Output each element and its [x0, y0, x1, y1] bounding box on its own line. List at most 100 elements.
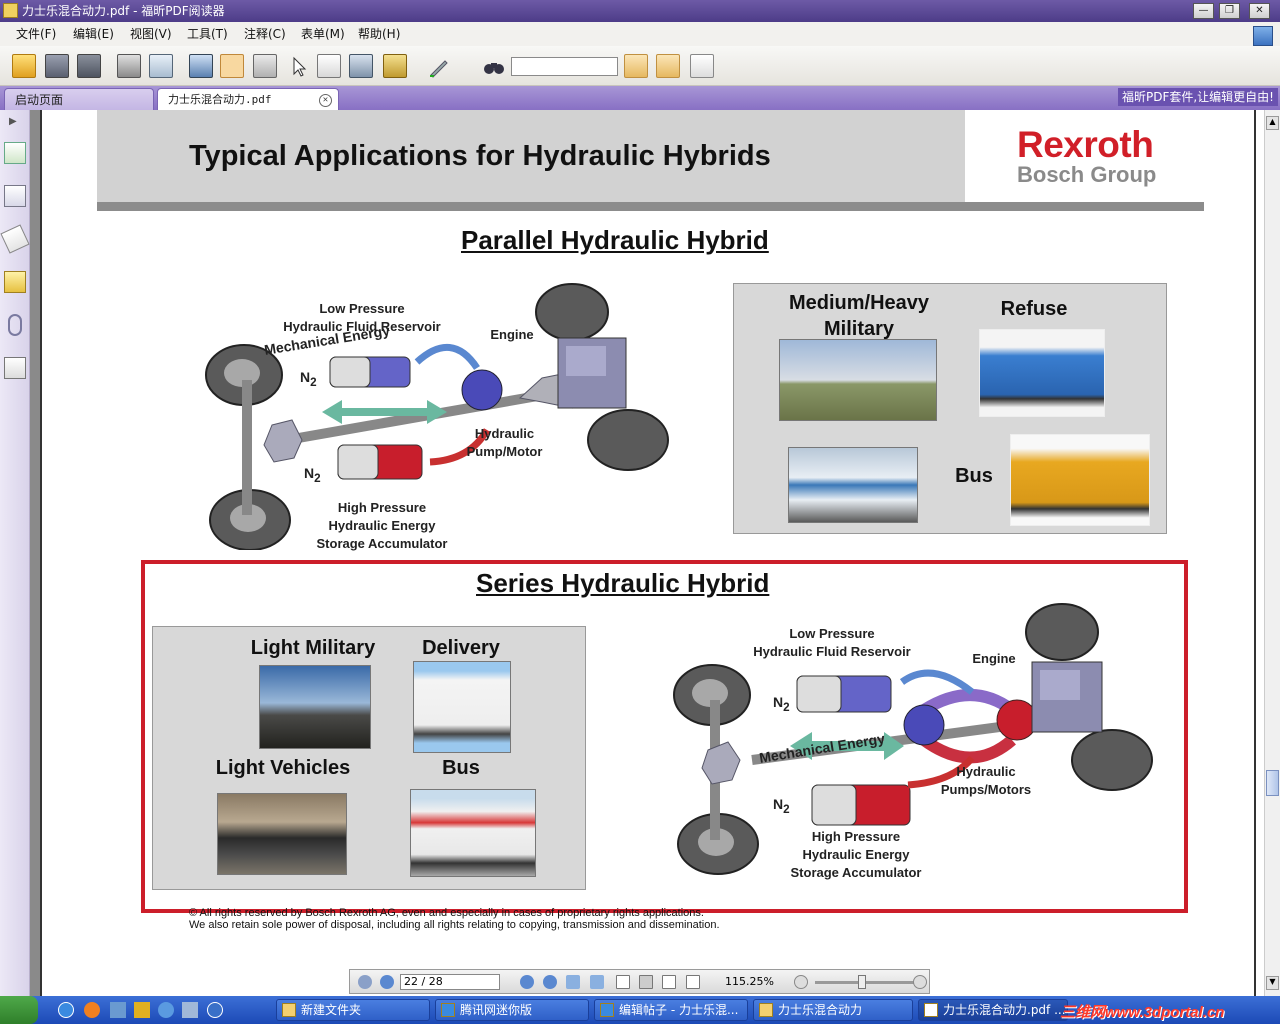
taskbar-tencent-mini[interactable]: 腾讯网迷你版: [435, 999, 589, 1021]
save-icon[interactable]: [45, 54, 69, 78]
vertical-scrollbar[interactable]: ▲ ▼: [1264, 110, 1280, 996]
firefox-quicklaunch-icon[interactable]: [84, 1002, 100, 1018]
scroll-up-icon[interactable]: ▲: [1266, 116, 1279, 130]
open-folder-icon[interactable]: [12, 54, 36, 78]
panel-expand-icon[interactable]: ▶: [9, 116, 21, 128]
menu-form[interactable]: 表单(M): [301, 22, 345, 46]
rexroth-logo: Rexroth: [1017, 124, 1154, 165]
find-input[interactable]: [511, 57, 618, 76]
layers-icon[interactable]: [0, 224, 30, 254]
zoom-tool-icon[interactable]: [253, 54, 277, 78]
app-icon: [3, 3, 18, 18]
find-next-icon[interactable]: [656, 54, 680, 78]
promo-banner[interactable]: 福昕PDF套件,让编辑更自由!: [1117, 88, 1278, 106]
find-previous-icon[interactable]: [624, 54, 648, 78]
delivery-caption: Delivery: [422, 637, 500, 659]
find-binoculars-icon[interactable]: [481, 54, 505, 78]
light-military-image: [259, 665, 371, 749]
zoom-in-icon[interactable]: [913, 975, 927, 989]
quicklaunch-icon-7[interactable]: [207, 1002, 223, 1018]
taskbar-rexroth-folder[interactable]: 力士乐混合动力: [753, 999, 913, 1021]
taskbar-pdf-reader[interactable]: 力士乐混合动力.pdf ...: [918, 999, 1068, 1021]
quicklaunch-icon-6[interactable]: [182, 1002, 198, 1018]
next-page-icon[interactable]: [520, 975, 534, 989]
page-navigation-bar: 22 / 28 115.25%: [349, 969, 930, 994]
menu-view[interactable]: 视图(V): [130, 22, 172, 46]
copyright-line-2: We also retain sole power of disposal, i…: [189, 919, 720, 931]
taskbar-edit-post[interactable]: 编辑帖子 - 力士乐混...: [594, 999, 748, 1021]
page-gutter: [30, 110, 40, 996]
facing-page-icon[interactable]: [662, 975, 676, 989]
start-button[interactable]: [0, 996, 38, 1024]
zoom-out-small-icon[interactable]: [358, 975, 372, 989]
bookmarks-icon[interactable]: [4, 142, 26, 164]
zoom-slider-thumb[interactable]: [858, 975, 866, 989]
tab-close-icon[interactable]: ✕: [319, 94, 332, 107]
save-as-icon[interactable]: [77, 54, 101, 78]
email-icon[interactable]: [149, 54, 173, 78]
single-page-icon[interactable]: [616, 975, 630, 989]
series-pumps-label: Hydraulic Pumps/Motors: [940, 764, 1032, 797]
search-document-icon[interactable]: [690, 54, 714, 78]
close-button[interactable]: ✕: [1249, 3, 1270, 19]
city-bus-image: [788, 447, 918, 523]
menu-help[interactable]: 帮助(H): [358, 22, 400, 46]
sign-pen-icon[interactable]: [426, 54, 450, 78]
go-back-icon[interactable]: [566, 975, 580, 989]
last-page-icon[interactable]: [543, 975, 557, 989]
continuous-facing-icon[interactable]: [686, 975, 700, 989]
menu-edit[interactable]: 编辑(E): [73, 22, 114, 46]
fullscreen-view-icon[interactable]: [189, 54, 213, 78]
quicklaunch-icon-4[interactable]: [134, 1002, 150, 1018]
parallel-applications-box: Medium/Heavy Military Refuse Bus: [733, 283, 1167, 534]
page-number-input[interactable]: 22 / 28: [400, 974, 500, 990]
minimize-button[interactable]: —: [1193, 3, 1214, 19]
zoom-out-icon[interactable]: [794, 975, 808, 989]
menu-comment[interactable]: 注释(C): [244, 22, 286, 46]
delivery-van-image: [413, 661, 511, 753]
series-high-pressure-label: High Pressure Hydraulic Energy Storage Acc…: [790, 829, 922, 880]
bus-caption-series: Bus: [442, 757, 480, 779]
pages-icon[interactable]: [4, 185, 26, 207]
light-vehicles-caption: Light Vehicles: [215, 757, 351, 779]
medium-heavy-military-caption: Medium/Heavy Military: [788, 292, 930, 340]
sedan-car-image: [217, 793, 347, 875]
series-n2-low: N2: [773, 694, 790, 714]
restore-button[interactable]: ❐: [1219, 3, 1240, 19]
previous-page-icon[interactable]: [380, 975, 394, 989]
school-bus-image: [1010, 434, 1150, 526]
series-applications-box: Light Military Delivery Light Vehicles B…: [152, 626, 586, 890]
signatures-icon[interactable]: [4, 357, 26, 379]
series-low-pressure-label: Low Pressure Hydraulic Fluid Reservoir: [753, 626, 911, 659]
parallel-n2-low: N2: [300, 369, 317, 389]
bus-caption-parallel: Bus: [955, 465, 993, 487]
refuse-truck-image: [979, 329, 1105, 417]
taskbar-new-folder[interactable]: 新建文件夹: [276, 999, 430, 1021]
hand-tool-icon[interactable]: [220, 54, 244, 78]
window-title: 力士乐混合动力.pdf - 福昕PDF阅读器: [22, 4, 225, 18]
menu-tools[interactable]: 工具(T): [187, 22, 228, 46]
go-forward-icon[interactable]: [590, 975, 604, 989]
ie-quicklaunch-icon[interactable]: [58, 1002, 74, 1018]
tab-document[interactable]: 力士乐混合动力.pdf ✕: [157, 88, 339, 110]
fullscreen-icon[interactable]: [1253, 26, 1273, 46]
continuous-page-icon[interactable]: [639, 975, 653, 989]
select-text-icon[interactable]: [317, 54, 341, 78]
tab-document-label: 力士乐混合动力.pdf: [168, 93, 272, 106]
snapshot-icon[interactable]: [349, 54, 373, 78]
rms-lock-icon[interactable]: [383, 54, 407, 78]
print-icon[interactable]: [117, 54, 141, 78]
parallel-heading: Parallel Hydraulic Hybrid: [461, 225, 769, 255]
scroll-down-icon[interactable]: ▼: [1266, 976, 1279, 990]
title-bar: 力士乐混合动力.pdf - 福昕PDF阅读器 — ❐ ✕: [0, 0, 1280, 22]
zoom-level[interactable]: 115.25%: [725, 975, 774, 988]
attachments-icon[interactable]: [8, 314, 22, 336]
menu-file[interactable]: 文件(F): [16, 22, 56, 46]
scroll-thumb[interactable]: [1266, 770, 1279, 796]
quicklaunch-icon-5[interactable]: [158, 1002, 174, 1018]
tab-start-page[interactable]: 启动页面: [4, 88, 154, 110]
comments-icon[interactable]: [4, 271, 26, 293]
select-arrow-icon[interactable]: [286, 54, 310, 78]
quicklaunch-icon-3[interactable]: [110, 1002, 126, 1018]
copyright-line-1: © All rights reserved by Bosch Rexroth A…: [189, 907, 704, 919]
